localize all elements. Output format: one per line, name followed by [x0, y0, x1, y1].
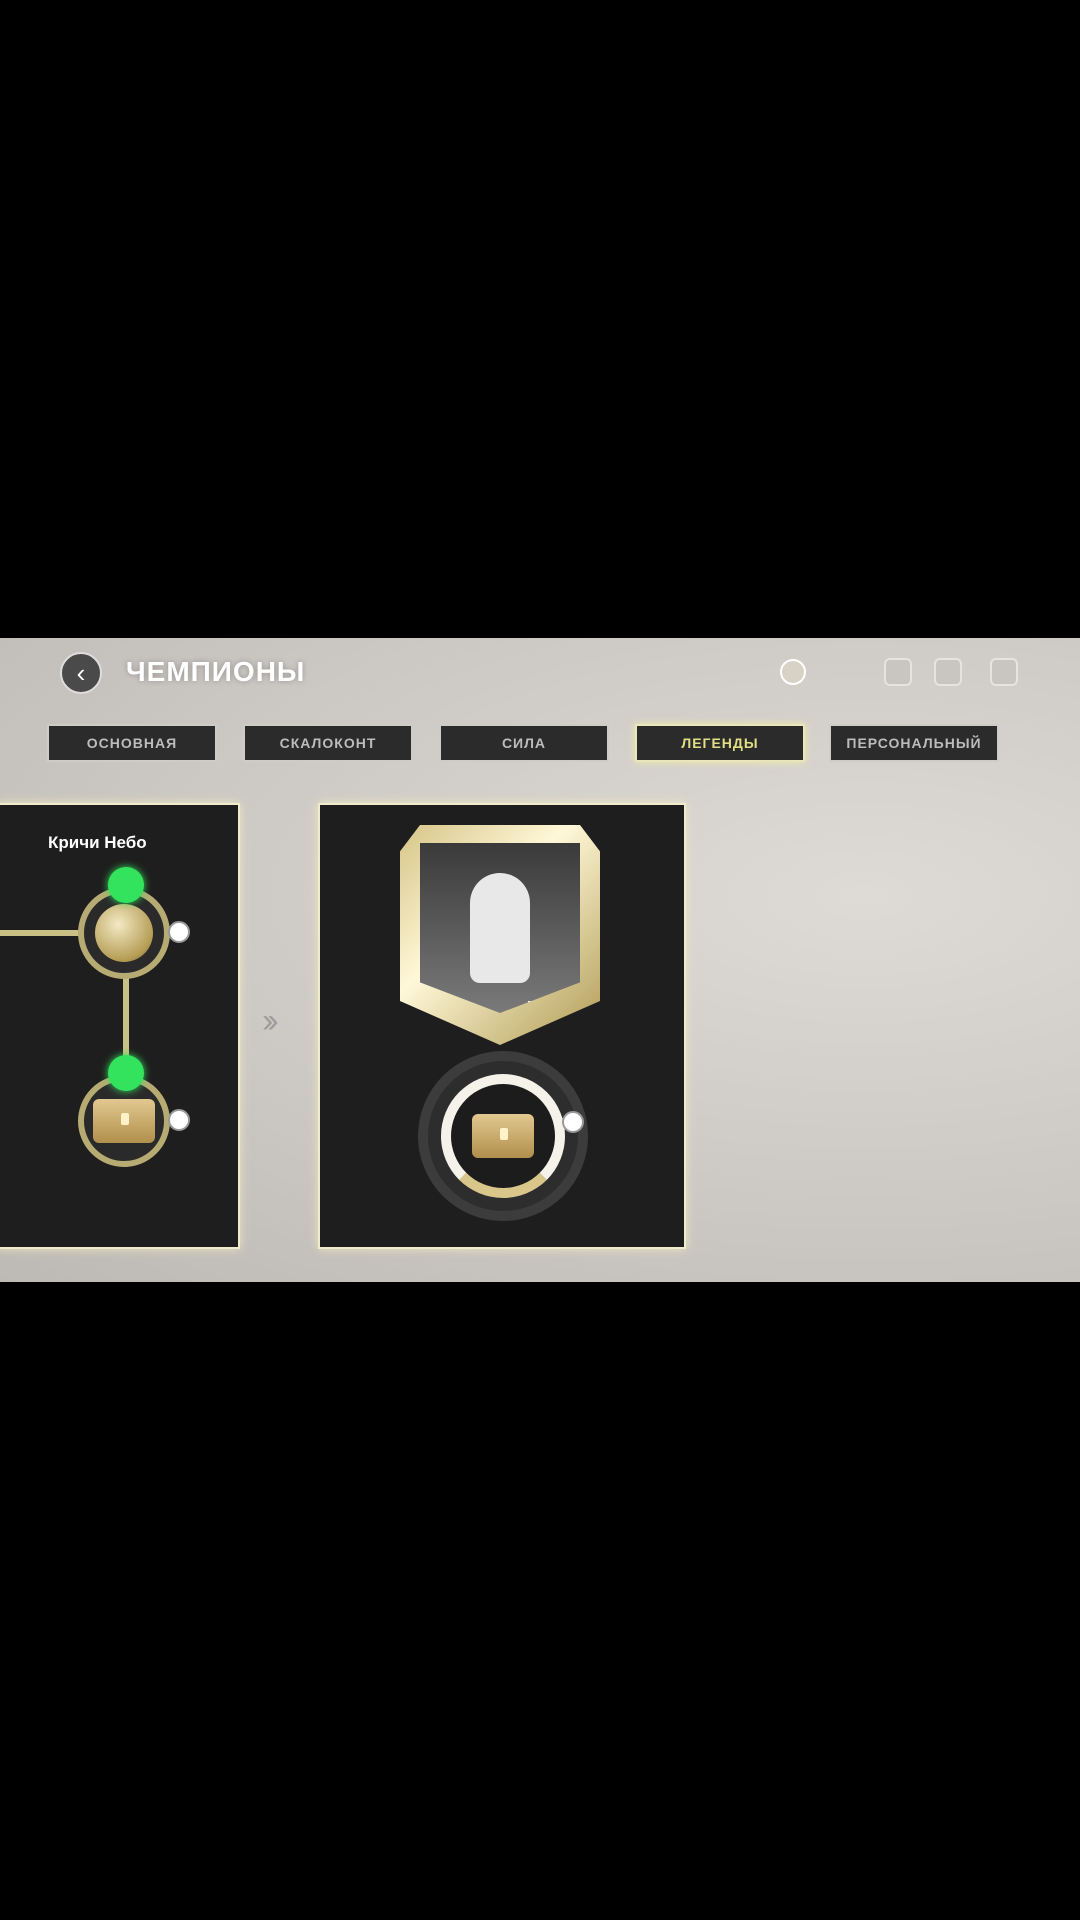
panel-label: Кричи Небо	[48, 833, 147, 852]
chest-icon	[93, 1099, 155, 1143]
top-bar: ‹ ЧЕМПИОНЫ	[0, 638, 1080, 708]
notification-icon[interactable]	[884, 658, 912, 686]
chevron-left-icon: ‹	[76, 658, 86, 688]
coin-icon	[780, 659, 806, 685]
tab-personalnyy[interactable]: ПЕРСОНАЛЬНЫЙ	[829, 724, 999, 762]
ball-icon	[95, 904, 153, 962]
progress-track-panel[interactable]: Кричи Небо	[0, 803, 240, 1249]
player-image	[470, 873, 530, 983]
reward-progress-ring[interactable]	[428, 1061, 578, 1211]
tab-bar: ОСНОВНАЯ СКАЛОКОНТ СИЛА ЛЕГЕНДЫ ПЕРСОНАЛ…	[47, 724, 1007, 762]
tab-skalokont[interactable]: СКАЛОКОНТ	[243, 724, 413, 762]
double-chevron-right-icon: ››	[262, 1002, 278, 1040]
completed-indicator	[108, 867, 144, 903]
tab-sila[interactable]: СИЛА	[439, 724, 609, 762]
track-connector	[0, 930, 88, 936]
page-title: ЧЕМПИОНЫ	[126, 656, 306, 687]
currency-display	[780, 656, 806, 688]
tab-osnovnaya[interactable]: ОСНОВНАЯ	[47, 724, 217, 762]
reward-ring-inner	[441, 1074, 565, 1198]
chest-icon	[472, 1114, 534, 1158]
info-dot[interactable]	[168, 1109, 190, 1131]
info-dot[interactable]	[562, 1111, 584, 1133]
game-screen: ‹ ЧЕМПИОНЫ ОСНОВНАЯ СКАЛОКОНТ СИЛА ЛЕГЕН…	[0, 638, 1080, 1282]
settings-icon[interactable]	[990, 658, 1018, 686]
completed-indicator	[108, 1055, 144, 1091]
player-card[interactable]	[420, 843, 580, 1013]
info-dot[interactable]	[168, 921, 190, 943]
tab-legendy[interactable]: ЛЕГЕНДЫ	[635, 724, 805, 762]
mail-icon[interactable]	[934, 658, 962, 686]
back-button[interactable]: ‹	[60, 652, 102, 694]
reward-detail-panel[interactable]	[318, 803, 686, 1249]
